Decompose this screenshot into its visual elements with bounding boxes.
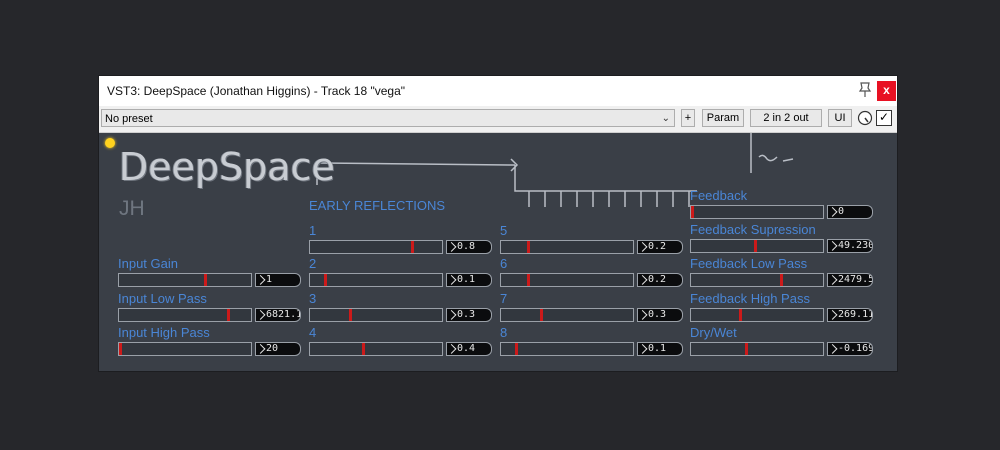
er-1-label: 1 (309, 223, 317, 238)
feedback-low-pass-slider-marker[interactable] (780, 274, 783, 286)
add-preset-button[interactable]: + (681, 109, 695, 127)
feedback-value-field[interactable]: 0 (827, 205, 873, 219)
er-3-value-field[interactable]: 0.3 (446, 308, 492, 322)
feedback-slider[interactable] (690, 205, 824, 219)
feedback-supression-slider-marker[interactable] (754, 240, 757, 252)
er-1-slider-marker[interactable] (411, 241, 414, 253)
er-7-label: 7 (500, 291, 508, 306)
feedback-low-pass-value-field[interactable]: 2479.5 (827, 273, 873, 287)
window-title: VST3: DeepSpace (Jonathan Higgins) - Tra… (107, 84, 406, 98)
input-high-pass-slider-marker[interactable] (119, 343, 122, 355)
er-3-slider-marker[interactable] (349, 309, 352, 321)
input-gain-slider-marker[interactable] (204, 274, 207, 286)
input-gain-label: Input Gain (118, 256, 178, 271)
chevron-down-icon: ⌄ (661, 113, 670, 124)
wet-knob-icon[interactable] (857, 110, 873, 126)
er-4-label: 4 (309, 325, 317, 340)
er-8-value-field[interactable]: 0.1 (637, 342, 683, 356)
er-1-slider[interactable] (309, 240, 443, 254)
input-gain-value-field[interactable]: 1 (255, 273, 301, 287)
close-button[interactable]: x (877, 81, 896, 101)
dry-wet-slider-marker[interactable] (745, 343, 748, 355)
input-low-pass-value-field[interactable]: 6821.1 (255, 308, 301, 322)
er-3-slider[interactable] (309, 308, 443, 322)
feedback-supression-value-field[interactable]: 49.230 (827, 239, 873, 253)
feedback-slider-marker[interactable] (691, 206, 694, 218)
plugin-ui: DeepSpace JH EARLY REFLECTIONS Input Gai… (99, 133, 897, 371)
ui-button[interactable]: UI (828, 109, 852, 127)
plugin-window: VST3: DeepSpace (Jonathan Higgins) - Tra… (99, 76, 897, 371)
er-8-label: 8 (500, 325, 508, 340)
feedback-label: Feedback (690, 188, 748, 203)
feedback-high-pass-value-field[interactable]: 269.11 (827, 308, 873, 322)
param-button[interactable]: Param (702, 109, 744, 127)
input-high-pass-value-field[interactable]: 20 (255, 342, 301, 356)
preset-dropdown[interactable]: No preset ⌄ (101, 109, 675, 127)
feedback-supression-label: Feedback Supression (690, 222, 816, 237)
host-toolbar: No preset ⌄ + Param 2 in 2 out UI ✓ (99, 106, 897, 133)
input-high-pass-label: Input High Pass (118, 325, 210, 340)
title-bar[interactable]: VST3: DeepSpace (Jonathan Higgins) - Tra… (99, 76, 897, 106)
er-2-label: 2 (309, 256, 317, 271)
er-5-slider-marker[interactable] (527, 241, 530, 253)
er-6-label: 6 (500, 256, 508, 271)
feedback-low-pass-slider[interactable] (690, 273, 824, 287)
feedback-high-pass-slider-marker[interactable] (739, 309, 742, 321)
plugin-logo: DeepSpace (119, 145, 335, 189)
author-initials: JH (119, 197, 145, 220)
er-7-slider-marker[interactable] (540, 309, 543, 321)
input-high-pass-slider[interactable] (118, 342, 252, 356)
er-7-value-field[interactable]: 0.3 (637, 308, 683, 322)
er-5-slider[interactable] (500, 240, 634, 254)
io-routing-button[interactable]: 2 in 2 out (750, 109, 822, 127)
pin-icon[interactable] (855, 80, 875, 100)
er-2-slider[interactable] (309, 273, 443, 287)
er-6-slider[interactable] (500, 273, 634, 287)
feedback-high-pass-label: Feedback High Pass (690, 291, 810, 306)
preset-value: No preset (105, 113, 153, 125)
er-8-slider[interactable] (500, 342, 634, 356)
er-5-label: 5 (500, 223, 508, 238)
er-4-slider-marker[interactable] (362, 343, 365, 355)
er-7-slider[interactable] (500, 308, 634, 322)
dry-wet-label: Dry/Wet (690, 325, 737, 340)
feedback-high-pass-slider[interactable] (690, 308, 824, 322)
er-4-slider[interactable] (309, 342, 443, 356)
feedback-low-pass-label: Feedback Low Pass (690, 256, 808, 271)
er-3-label: 3 (309, 291, 317, 306)
er-1-value-field[interactable]: 0.8 (446, 240, 492, 254)
input-low-pass-slider[interactable] (118, 308, 252, 322)
input-low-pass-slider-marker[interactable] (227, 309, 230, 321)
input-low-pass-label: Input Low Pass (118, 291, 207, 306)
er-5-value-field[interactable]: 0.2 (637, 240, 683, 254)
feedback-supression-slider[interactable] (690, 239, 824, 253)
er-6-slider-marker[interactable] (527, 274, 530, 286)
er-4-value-field[interactable]: 0.4 (446, 342, 492, 356)
er-8-slider-marker[interactable] (515, 343, 518, 355)
dry-wet-value-field[interactable]: -0.169 (827, 342, 873, 356)
er-2-value-field[interactable]: 0.1 (446, 273, 492, 287)
early-reflections-title: EARLY REFLECTIONS (309, 198, 446, 213)
dry-wet-slider[interactable] (690, 342, 824, 356)
er-2-slider-marker[interactable] (324, 274, 327, 286)
er-6-value-field[interactable]: 0.2 (637, 273, 683, 287)
bypass-checkbox[interactable]: ✓ (876, 110, 892, 126)
input-gain-slider[interactable] (118, 273, 252, 287)
